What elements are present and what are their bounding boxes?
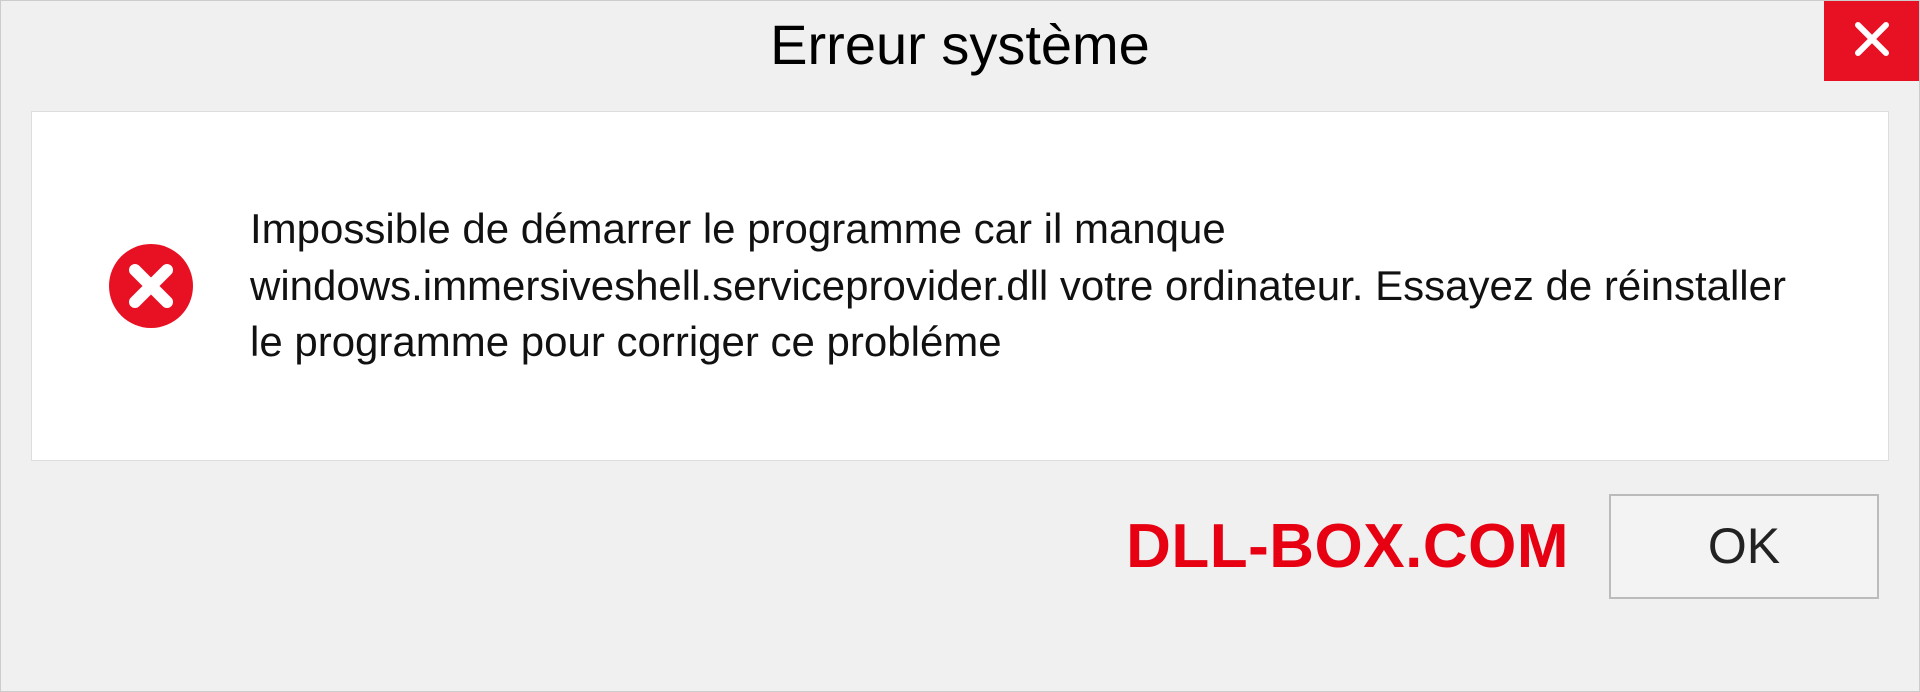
- dialog-title: Erreur système: [770, 11, 1150, 78]
- error-icon: [107, 242, 195, 330]
- error-dialog: Erreur système Impossible de démarrer le…: [0, 0, 1920, 692]
- ok-button[interactable]: OK: [1609, 494, 1879, 599]
- content-panel: Impossible de démarrer le programme car …: [31, 111, 1889, 461]
- watermark-text: DLL-BOX.COM: [1126, 511, 1569, 582]
- error-message: Impossible de démarrer le programme car …: [250, 201, 1828, 371]
- close-button[interactable]: [1824, 1, 1919, 81]
- footer: DLL-BOX.COM OK: [1, 481, 1919, 611]
- close-icon: [1852, 19, 1892, 64]
- titlebar: Erreur système: [1, 1, 1919, 96]
